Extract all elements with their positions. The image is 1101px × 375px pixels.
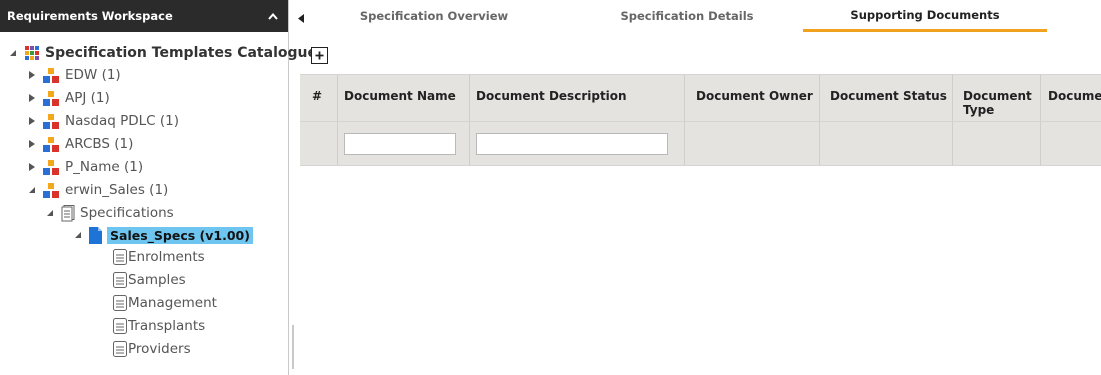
catalogue-tree: Specification Templates Catalogue EDW (1… [0, 32, 317, 357]
workspace-title: Requirements Workspace [7, 9, 173, 23]
tree-folder-label: Specifications [80, 205, 174, 221]
tree-doc-enrolments[interactable]: Enrolments [113, 246, 205, 268]
tab-supporting-documents[interactable]: Supporting Documents [803, 0, 1047, 32]
column-header-number[interactable]: # [312, 89, 322, 103]
catalogue-blocks-icon [43, 113, 60, 129]
collapsed-triangle-icon[interactable] [26, 92, 38, 104]
add-document-button[interactable] [311, 46, 328, 64]
catalogue-blocks-icon [43, 136, 60, 152]
catalogue-blocks-icon [43, 182, 60, 198]
workspace-header: Requirements Workspace [0, 0, 288, 32]
column-header-document-description[interactable]: Document Description [476, 89, 627, 103]
specification-content-panel: Specification Overview Specification Det… [289, 0, 1101, 375]
tree-doc-samples[interactable]: Samples [113, 269, 186, 291]
tree-node-label: APJ (1) [65, 90, 110, 106]
tree-doc-label: Enrolments [128, 249, 205, 265]
collapse-left-triangle-icon[interactable] [289, 0, 313, 36]
expanded-triangle-icon[interactable] [7, 47, 19, 59]
tab-label: Specification Details [620, 9, 754, 23]
tree-node-label: P_Name (1) [65, 159, 144, 175]
tree-spec-sales-specs[interactable]: Sales_Specs (v1.00) [72, 224, 253, 246]
column-header-document-status[interactable]: Document Status [830, 89, 947, 103]
tree-doc-providers[interactable]: Providers [113, 338, 191, 360]
document-icon [113, 341, 127, 357]
document-icon [113, 295, 127, 311]
toolbar [289, 36, 1101, 74]
tree-doc-label: Management [128, 295, 217, 311]
document-stack-icon [61, 204, 75, 222]
expanded-triangle-icon[interactable] [26, 184, 38, 196]
tree-root-label: Specification Templates Catalogue [45, 45, 317, 61]
document-icon [113, 272, 127, 288]
requirements-workspace-panel: Requirements Workspace Specification Tem… [0, 0, 317, 375]
tab-specification-details[interactable]: Specification Details [607, 0, 767, 32]
tree-doc-label: Transplants [128, 318, 206, 334]
document-icon [113, 249, 127, 265]
catalogue-grid-icon [24, 45, 40, 61]
tab-bar: Specification Overview Specification Det… [289, 0, 1101, 36]
tree-root[interactable]: Specification Templates Catalogue [7, 42, 317, 64]
tree-doc-transplants[interactable]: Transplants [113, 315, 205, 337]
catalogue-blocks-icon [43, 67, 60, 83]
tab-specification-overview[interactable]: Specification Overview [339, 0, 529, 32]
tree-node-label: ARCBS (1) [65, 136, 134, 152]
tree-node-p-name[interactable]: P_Name (1) [26, 156, 143, 178]
tree-node-arcbs[interactable]: ARCBS (1) [26, 133, 133, 155]
expanded-triangle-icon[interactable] [72, 229, 84, 241]
tab-label: Specification Overview [359, 9, 509, 23]
collapsed-triangle-icon[interactable] [26, 138, 38, 150]
collapsed-triangle-icon[interactable] [26, 69, 38, 81]
tree-node-label: EDW (1) [65, 67, 121, 83]
selected-spec-label: Sales_Specs (v1.00) [107, 226, 253, 244]
tree-node-apj[interactable]: APJ (1) [26, 87, 110, 109]
tree-node-label: erwin_Sales (1) [65, 182, 169, 198]
tree-doc-label: Providers [128, 341, 191, 357]
tree-node-edw[interactable]: EDW (1) [26, 64, 121, 86]
specification-file-icon [89, 226, 102, 244]
document-icon [113, 318, 127, 334]
tree-doc-label: Samples [128, 272, 186, 288]
tree-node-nasdaq-pdlc[interactable]: Nasdaq PDLC (1) [26, 110, 179, 132]
tab-label: Supporting Documents [850, 7, 1000, 22]
collapsed-triangle-icon[interactable] [26, 161, 38, 173]
column-header-document-truncated[interactable]: Docume [1048, 89, 1101, 103]
document-description-filter-input[interactable] [476, 133, 668, 155]
collapse-panel-icon[interactable] [266, 9, 280, 23]
catalogue-blocks-icon [43, 90, 60, 106]
tree-doc-management[interactable]: Management [113, 292, 217, 314]
column-header-document-name[interactable]: Document Name [344, 89, 456, 103]
tree-node-erwin-sales[interactable]: erwin_Sales (1) [26, 179, 168, 201]
filter-row-divider [300, 121, 1101, 122]
column-header-document-type[interactable]: Document Type [963, 89, 1032, 117]
tree-node-label: Nasdaq PDLC (1) [65, 113, 180, 129]
plus-icon [315, 51, 324, 59]
expanded-triangle-icon[interactable] [44, 207, 56, 219]
catalogue-blocks-icon [43, 159, 60, 175]
tree-folder-specifications[interactable]: Specifications [44, 202, 174, 224]
column-header-document-owner[interactable]: Document Owner [696, 89, 813, 103]
document-name-filter-input[interactable] [344, 133, 456, 155]
collapsed-triangle-icon[interactable] [26, 115, 38, 127]
supporting-documents-grid: # Document Name Document Description Doc… [300, 74, 1101, 166]
